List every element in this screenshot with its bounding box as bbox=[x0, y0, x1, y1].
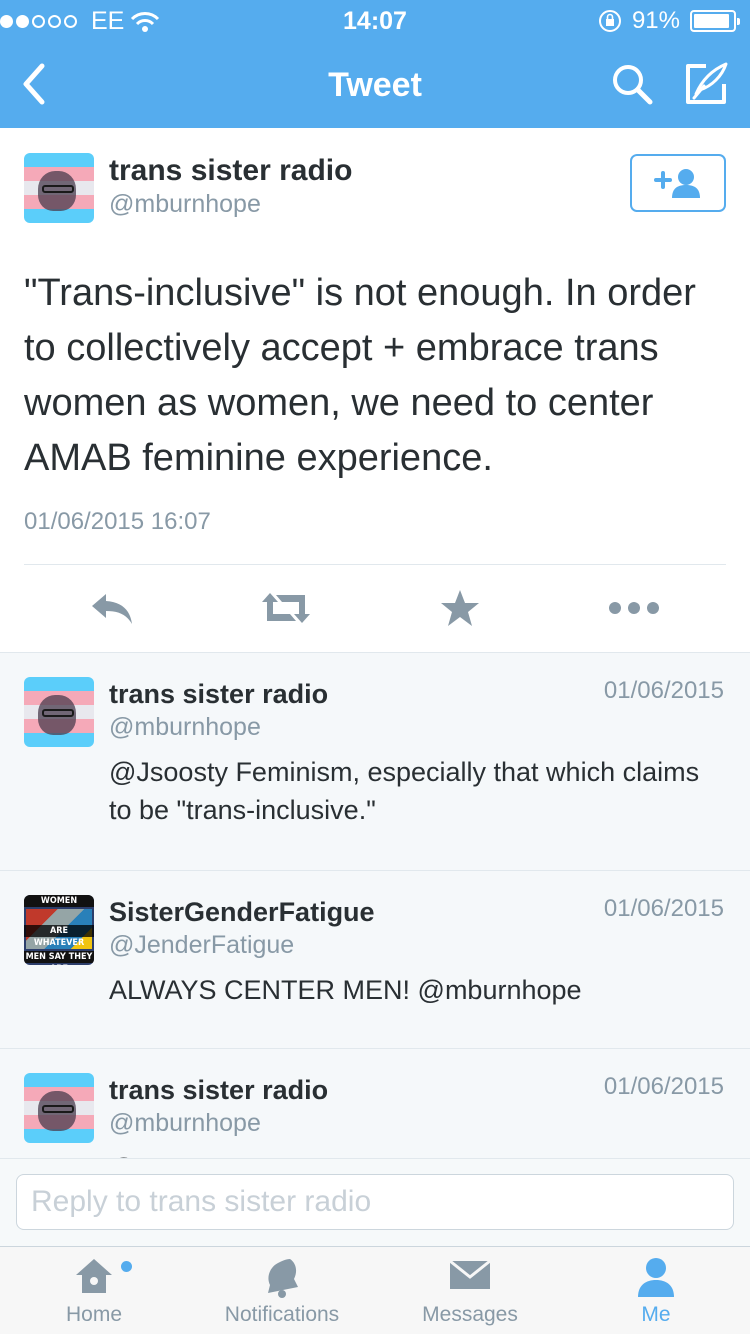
avatar-caption: MEN SAY THEY ARE bbox=[24, 951, 94, 965]
tab-label: Me bbox=[641, 1303, 671, 1326]
reply-button[interactable] bbox=[82, 585, 142, 631]
tab-notifications[interactable]: Notifications bbox=[188, 1247, 376, 1334]
retweet-icon bbox=[262, 593, 310, 623]
avatar[interactable]: WOMEN ARE WHATEVER MEN SAY THEY ARE bbox=[24, 895, 94, 965]
reply-author-handle: @mburnhope bbox=[109, 1109, 261, 1137]
reply-author-handle: @mburnhope bbox=[109, 713, 261, 741]
reply-tweet[interactable]: WOMEN ARE WHATEVER MEN SAY THEY ARE Sist… bbox=[0, 871, 750, 1049]
reply-text: ALWAYS CENTER MEN! @mburnhope bbox=[109, 975, 582, 1005]
status-bar: EE 14:07 91% bbox=[0, 0, 750, 40]
avatar[interactable] bbox=[24, 677, 94, 747]
person-icon bbox=[638, 1258, 674, 1297]
reply-tweet[interactable]: trans sister radio @mburnhope 01/06/2015… bbox=[0, 653, 750, 871]
reply-composer bbox=[0, 1158, 750, 1246]
reply-author-name: SisterGenderFatigue bbox=[109, 897, 375, 927]
reply-date: 01/06/2015 bbox=[603, 1073, 724, 1100]
tweet-text: "Trans-inclusive" is not enough. In orde… bbox=[24, 272, 696, 479]
tab-me[interactable]: Me bbox=[562, 1247, 750, 1334]
battery-icon bbox=[690, 10, 740, 32]
reply-author-name: trans sister radio bbox=[109, 1075, 329, 1105]
envelope-icon bbox=[449, 1259, 491, 1289]
home-icon bbox=[76, 1259, 112, 1293]
tab-home[interactable]: Home bbox=[0, 1247, 188, 1334]
avatar-caption: WOMEN bbox=[24, 895, 94, 907]
retweet-button[interactable] bbox=[256, 585, 316, 631]
nav-bar: Tweet bbox=[0, 40, 750, 128]
search-button[interactable] bbox=[608, 60, 656, 108]
search-icon bbox=[613, 65, 653, 105]
avatar-caption: ARE WHATEVER bbox=[24, 925, 94, 948]
favorite-button[interactable] bbox=[430, 585, 490, 631]
reply-text: @Jsoosty Every trans woman + AMAB transm… bbox=[109, 1149, 719, 1158]
unread-dot bbox=[121, 1261, 132, 1272]
reply-date: 01/06/2015 bbox=[603, 895, 724, 922]
bell-icon bbox=[268, 1259, 298, 1298]
avatar[interactable] bbox=[24, 1073, 94, 1143]
author-name[interactable]: trans sister radio bbox=[109, 154, 352, 188]
reply-text: @Jsoosty Feminism, especially that which… bbox=[109, 757, 700, 825]
avatar[interactable] bbox=[24, 153, 94, 223]
tab-bar: Home Notifications Messages Me bbox=[0, 1246, 750, 1334]
tweet-actions bbox=[0, 565, 750, 651]
reply-date: 01/06/2015 bbox=[603, 677, 724, 704]
tab-label: Messages bbox=[422, 1303, 518, 1326]
reply-author-name: trans sister radio bbox=[109, 679, 329, 709]
tweet-timestamp: 01/06/2015 16:07 bbox=[24, 508, 211, 535]
more-button[interactable] bbox=[604, 585, 664, 631]
status-right: 91% bbox=[598, 7, 740, 35]
tab-label: Home bbox=[65, 1303, 123, 1326]
tab-label: Notifications bbox=[224, 1303, 340, 1326]
follow-user-icon bbox=[654, 169, 700, 198]
reply-tweet[interactable]: trans sister radio @mburnhope 01/06/2015… bbox=[0, 1049, 750, 1158]
top-bar: EE 14:07 91% Tweet bbox=[0, 0, 750, 128]
more-icon bbox=[609, 602, 659, 614]
compose-button[interactable] bbox=[682, 60, 730, 108]
reply-input[interactable] bbox=[16, 1174, 734, 1230]
tab-messages[interactable]: Messages bbox=[376, 1247, 564, 1334]
follow-button[interactable] bbox=[630, 154, 726, 212]
compose-icon bbox=[686, 62, 728, 104]
replies-list[interactable]: trans sister radio @mburnhope 01/06/2015… bbox=[0, 652, 750, 1158]
favorite-star-icon bbox=[441, 590, 479, 626]
main-tweet: trans sister radio @mburnhope "Trans-inc… bbox=[0, 128, 750, 652]
reply-icon bbox=[92, 594, 132, 624]
rotation-lock-icon bbox=[598, 10, 621, 32]
reply-author-handle: @JenderFatigue bbox=[109, 931, 295, 959]
author-handle[interactable]: @mburnhope bbox=[109, 190, 261, 219]
battery-percent: 91% bbox=[631, 7, 680, 34]
